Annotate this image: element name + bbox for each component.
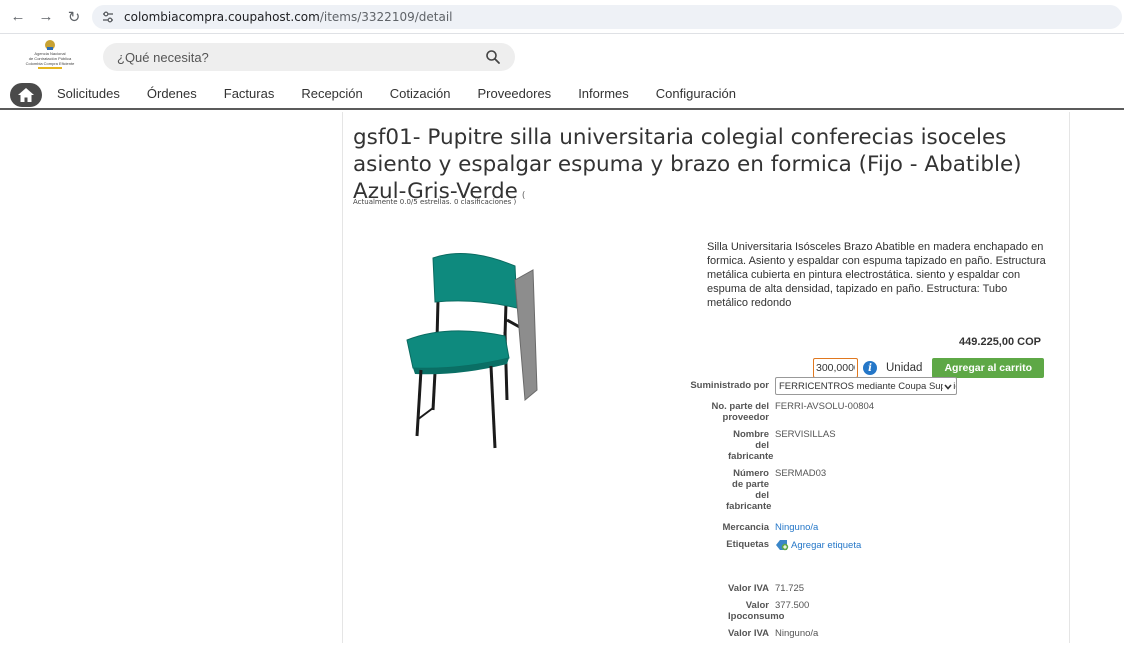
manufacturer-part-value: SERMAD03: [775, 468, 827, 479]
product-title-text: gsf01- Pupitre silla universitaria coleg…: [353, 125, 1022, 204]
back-arrow-icon[interactable]: ←: [6, 5, 30, 29]
tab-proveedores[interactable]: Proveedores: [477, 86, 551, 101]
add-tag-link[interactable]: Agregar etiqueta: [775, 539, 1058, 551]
tab-facturas[interactable]: Facturas: [224, 86, 275, 101]
ipoconsumo-label: Valor Ipoconsumo: [728, 600, 785, 622]
nav-tabs: Solicitudes Órdenes Facturas Recepción C…: [57, 86, 763, 101]
coat-of-arms-icon: [45, 40, 55, 50]
title-suffix: (: [521, 191, 526, 201]
rating-text: Actualmente 0.0/5 estrellas. 0 clasifica…: [353, 198, 517, 206]
search-input[interactable]: [117, 49, 487, 65]
manufacturer-value: SERVISILLAS: [775, 429, 836, 440]
url-text: colombiacompra.coupahost.com/items/33221…: [124, 10, 453, 24]
home-icon: [18, 88, 34, 102]
url-path: /items/3322109/detail: [319, 10, 453, 24]
detail-row-supplier-part: No. parte del proveedor FERRI-AVSOLU-008…: [668, 401, 1058, 423]
tab-solicitudes[interactable]: Solicitudes: [57, 86, 120, 101]
iva-label: Valor IVA: [727, 583, 769, 594]
tag-add-icon: [775, 539, 789, 551]
search-icon[interactable]: [485, 49, 501, 65]
supplier-value-wrap: FERRICENTROS mediante Coupa Supplier Por…: [775, 377, 1058, 395]
product-price: 449.225,00 COP: [959, 336, 1041, 348]
main-nav: Solicitudes Órdenes Facturas Recepción C…: [0, 82, 1124, 110]
site-settings-icon[interactable]: [100, 9, 116, 25]
commodity-link[interactable]: Ninguno/a: [775, 522, 1058, 533]
supplier-select[interactable]: FERRICENTROS mediante Coupa Supplier Por…: [775, 377, 957, 395]
browser-toolbar: ← → ↻ colombiacompra.coupahost.com/items…: [0, 0, 1124, 34]
info-icon[interactable]: i: [863, 361, 877, 375]
detail-row-tags: Etiquetas Agregar etiqueta: [668, 539, 1058, 551]
product-image[interactable]: [387, 240, 547, 460]
agency-logo[interactable]: Agencia Nacional de Contratación Pública…: [14, 40, 86, 72]
reload-icon[interactable]: ↻: [62, 5, 86, 29]
tab-ordenes[interactable]: Órdenes: [147, 86, 197, 101]
product-description: Silla Universitaria Isósceles Brazo Abat…: [707, 241, 1046, 309]
supplier-part-value: FERRI-AVSOLU-00804: [775, 401, 875, 412]
search-box: [103, 43, 515, 71]
detail-row-commodity: Mercancia Ninguno/a: [668, 522, 1058, 533]
home-button[interactable]: [10, 83, 42, 107]
address-bar[interactable]: colombiacompra.coupahost.com/items/33221…: [92, 5, 1122, 29]
detail-row-ipoconsumo: Valor Ipoconsumo 377.500: [668, 600, 1058, 622]
iva-2-label: Valor IVA: [727, 628, 769, 639]
forward-arrow-icon[interactable]: →: [34, 5, 58, 29]
supplier-selected-value: FERRICENTROS mediante Coupa Supplier Por…: [779, 380, 956, 392]
tab-configuracion[interactable]: Configuración: [656, 86, 736, 101]
tab-cotizacion[interactable]: Cotización: [390, 86, 451, 101]
detail-row-manufacturer: Nombre del fabricante SERVISILLAS: [668, 429, 1058, 462]
detail-row-manufacturer-part: Número de parte del fabricante SERMAD03: [668, 468, 1058, 512]
tab-informes[interactable]: Informes: [578, 86, 629, 101]
manufacturer-label: Nombre del fabricante: [728, 429, 774, 462]
app-header: Agencia Nacional de Contratación Pública…: [0, 35, 1124, 77]
logo-line-3: Colombia Compra Eficiente: [25, 61, 75, 66]
add-to-cart-button[interactable]: Agregar al carrito: [932, 358, 1044, 378]
commodity-label: Mercancia: [722, 522, 769, 533]
tags-label: Etiquetas: [726, 539, 769, 550]
iva-2-value: Ninguno/a: [775, 628, 819, 639]
detail-row-iva: Valor IVA 71.725: [668, 583, 1058, 594]
add-tag-text: Agregar etiqueta: [791, 539, 862, 551]
add-to-cart-row: i Unidad Agregar al carrito: [813, 358, 1044, 378]
item-detail-panel: gsf01- Pupitre silla universitaria coleg…: [342, 112, 1070, 643]
detail-row-supplier: Suministrado por FERRICENTROS mediante C…: [668, 377, 1058, 395]
tab-recepcion[interactable]: Recepción: [301, 86, 362, 101]
detail-row-iva-2: Valor IVA Ninguno/a: [668, 628, 1058, 639]
chevron-down-icon: [943, 382, 953, 392]
url-host: colombiacompra.coupahost.com: [124, 10, 320, 24]
supplier-label: Suministrado por: [690, 380, 769, 391]
supplier-part-label: No. parte del proveedor: [711, 401, 769, 423]
logo-flag-bar: [38, 67, 62, 69]
item-details: Suministrado por FERRICENTROS mediante C…: [668, 377, 1058, 645]
unit-label: Unidad: [886, 362, 923, 374]
iva-value: 71.725: [775, 583, 805, 594]
manufacturer-part-label: Número de parte del fabricante: [726, 468, 772, 512]
quantity-input[interactable]: [813, 358, 858, 378]
ipoconsumo-value: 377.500: [775, 600, 810, 611]
